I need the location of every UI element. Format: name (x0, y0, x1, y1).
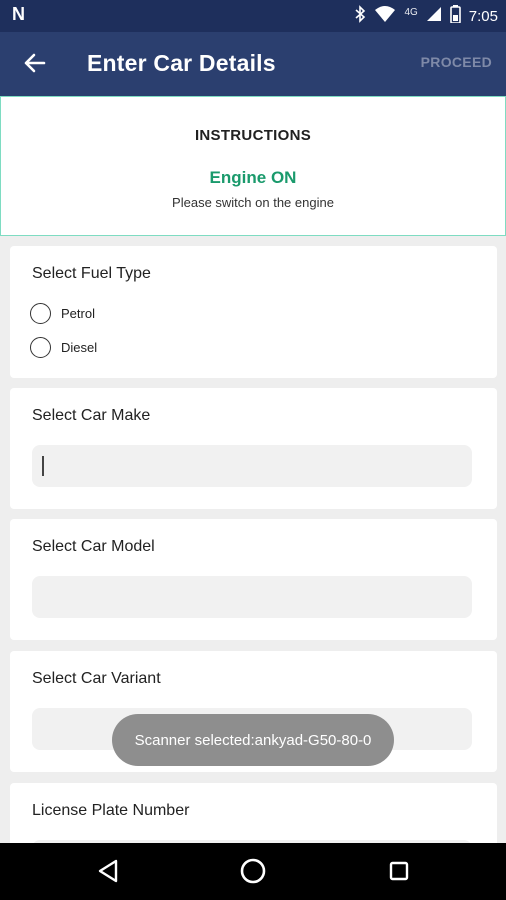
car-make-card: Select Car Make (10, 388, 497, 509)
clock: 7:05 (468, 7, 498, 25)
radio-label: Petrol (61, 306, 95, 321)
nav-recents-icon[interactable] (384, 856, 414, 886)
radio-option-diesel[interactable]: Diesel (30, 337, 97, 358)
notification-n-icon: N (12, 4, 25, 24)
instructions-description: Please switch on the engine (172, 195, 334, 210)
wifi-icon (374, 5, 396, 27)
fuel-type-label: Select Fuel Type (32, 265, 151, 282)
radio-button[interactable] (30, 303, 51, 324)
car-make-label: Select Car Make (32, 407, 151, 424)
proceed-button[interactable]: PROCEED (421, 54, 492, 70)
license-plate-label: License Plate Number (32, 802, 190, 819)
radio-button[interactable] (30, 337, 51, 358)
battery-icon (449, 5, 461, 27)
network-type: 4G (404, 6, 418, 18)
nav-home-icon[interactable] (238, 856, 268, 886)
status-bar: N 4G 7:05 (0, 0, 506, 32)
radio-label: Diesel (61, 340, 98, 355)
car-model-card: Select Car Model (10, 519, 497, 640)
app-bar: Enter Car Details PROCEED (0, 32, 506, 96)
signal-icon (426, 6, 442, 26)
page-title: Enter Car Details (87, 50, 276, 76)
bluetooth-icon (354, 5, 366, 27)
car-make-input[interactable] (32, 445, 472, 487)
car-model-label: Select Car Model (32, 538, 155, 555)
text-cursor (42, 456, 44, 476)
instructions-heading: INSTRUCTIONS (194, 127, 312, 144)
engine-status: Engine ON (209, 168, 297, 187)
radio-option-petrol[interactable]: Petrol (30, 303, 95, 324)
fuel-type-card: Select Fuel Type Petrol Diesel (10, 246, 497, 378)
toast-message: Scanner selected:ankyad-G50-80-0 (112, 714, 394, 766)
car-variant-label: Select Car Variant (32, 670, 161, 687)
instructions-panel: INSTRUCTIONS Engine ON Please switch on … (0, 96, 506, 236)
navigation-bar (0, 843, 506, 900)
back-arrow-icon[interactable] (20, 48, 50, 78)
nav-back-icon[interactable] (94, 856, 124, 886)
car-model-input[interactable] (32, 576, 472, 618)
